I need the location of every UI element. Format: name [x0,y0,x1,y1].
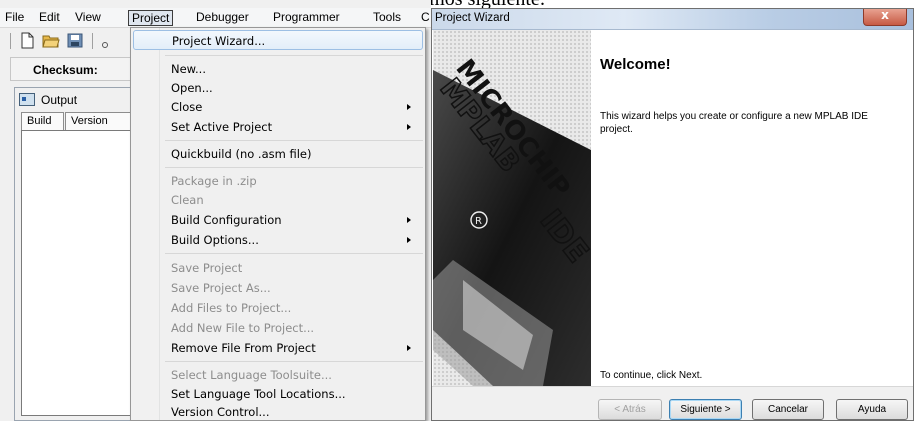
menu-programmer[interactable]: Programmer [270,10,343,26]
mplab-logo-panel: MICROCHIP MPLAB IDE R [433,30,591,386]
menu-item-set-language-tool-locations[interactable]: Set Language Tool Locations... [133,384,423,404]
submenu-arrow-icon [407,237,411,243]
menu-item-label: Package in .zip [171,174,257,188]
menu-separator [165,140,423,141]
menu-item-open[interactable]: Open... [133,78,423,98]
project-wizard-dialog: Project Wizard x MICROCHIP MPLAB IDE R W… [431,8,914,421]
output-window: Output Build Version [14,87,135,421]
menu-item-label: Set Language Tool Locations... [171,387,346,401]
menu-item-label: Add Files to Project... [171,301,292,315]
menu-item-select-language-toolsuite[interactable]: Select Language Toolsuite... [133,365,423,385]
menu-item-quickbuild[interactable]: Quickbuild (no .asm file) [133,144,423,164]
tab-version[interactable]: Version [65,112,131,130]
dialog-title: Project Wizard [435,12,510,24]
cancel-button[interactable]: Cancelar [752,399,824,420]
menu-item-add-files[interactable]: Add Files to Project... [133,298,423,318]
menu-item-label: Open... [171,81,213,95]
wizard-heading: Welcome! [600,56,671,73]
help-button[interactable]: Ayuda [836,399,908,420]
wizard-content: Welcome! This wizard helps you create or… [592,30,913,386]
submenu-arrow-icon [407,345,411,351]
toolbar-separator [10,33,11,49]
menu-item-label: Close [171,100,203,114]
checksum-bar: Checksum: [10,57,138,81]
menu-item-label: Project Wizard... [172,34,266,48]
close-icon: x [881,8,889,22]
cut-icon[interactable] [100,32,118,49]
submenu-arrow-icon [407,104,411,110]
menu-item-build-options[interactable]: Build Options... [133,230,423,250]
output-title: Output [41,93,78,107]
next-button[interactable]: Siguiente > [669,399,742,420]
menu-separator [165,167,423,168]
back-button[interactable]: < Atrás [598,399,662,420]
menu-item-set-active-project[interactable]: Set Active Project [133,117,423,137]
wizard-footer: < Atrás Siguiente > Cancelar Ayuda [432,386,913,420]
menu-item-label: Quickbuild (no .asm file) [171,147,312,161]
tab-build[interactable]: Build [21,112,64,130]
project-menu-dropdown: Project Wizard... New... Open... Close S… [130,27,426,421]
menu-item-version-control[interactable]: Version Control... [133,402,423,421]
save-icon[interactable] [66,32,84,49]
menu-item-package-in-zip[interactable]: Package in .zip [133,171,423,191]
menu-item-label: Select Language Toolsuite... [171,368,332,382]
menu-item-build-configuration[interactable]: Build Configuration [133,210,423,230]
wizard-description: This wizard helps you create or configur… [600,111,868,135]
menu-file[interactable]: File [2,10,27,26]
menu-item-label: Save Project [171,261,243,275]
menu-item-label: Clean [171,193,204,207]
menu-item-label: Build Options... [171,233,259,247]
open-folder-icon[interactable] [42,32,60,49]
menu-item-label: Remove File From Project [171,341,316,355]
menu-edit[interactable]: Edit [36,10,63,26]
menu-item-project-wizard[interactable]: Project Wizard... [133,30,423,50]
menu-item-label: Version Control... [171,405,270,419]
menu-item-label: Add New File to Project... [171,321,315,335]
menu-item-add-new-file[interactable]: Add New File to Project... [133,318,423,338]
menu-separator [165,253,423,254]
menu-item-save-project-as[interactable]: Save Project As... [133,278,423,298]
submenu-arrow-icon [407,217,411,223]
toolbar-separator [92,33,93,49]
menu-separator [165,55,423,56]
svg-text:R: R [475,216,482,227]
checksum-label: Checksum: [33,63,98,77]
mplab-ide-logo: MICROCHIP MPLAB IDE R [433,30,591,386]
dialog-title-bar[interactable]: Project Wizard x [432,8,913,30]
menu-bar: File Edit View Project Debugger Programm… [0,8,431,28]
menu-item-clean[interactable]: Clean [133,190,423,210]
menu-project[interactable]: Project [128,10,174,26]
menu-item-save-project[interactable]: Save Project [133,258,423,278]
menu-item-label: Save Project As... [171,281,271,295]
menu-item-label: New... [171,62,206,76]
menu-item-close[interactable]: Close [133,97,423,117]
menu-item-label: Build Configuration [171,213,282,227]
menu-debugger[interactable]: Debugger [193,10,252,26]
menu-tools[interactable]: Tools [370,10,404,26]
output-text-area[interactable] [21,130,135,416]
menu-item-label: Set Active Project [171,120,273,134]
wizard-continue-hint: To continue, click Next. [600,370,703,381]
menu-view[interactable]: View [72,10,104,26]
menu-item-remove-file[interactable]: Remove File From Project [133,338,423,358]
submenu-arrow-icon [407,124,411,130]
new-file-icon[interactable] [18,32,36,49]
close-button[interactable]: x [863,8,907,26]
menu-separator [165,361,423,362]
output-window-icon [19,93,35,106]
menu-item-new[interactable]: New... [133,59,423,79]
